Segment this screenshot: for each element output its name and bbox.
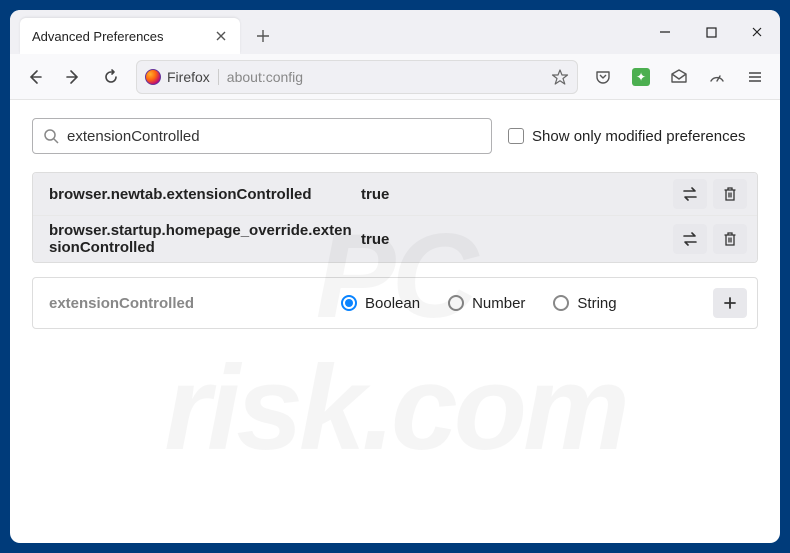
- radio-label: Boolean: [365, 295, 420, 312]
- only-modified-checkbox[interactable]: Show only modified preferences: [508, 128, 745, 145]
- only-modified-label: Show only modified preferences: [532, 128, 745, 145]
- extension-icon: ✦: [632, 68, 650, 86]
- url-text: about:config: [227, 69, 543, 85]
- browser-tab[interactable]: Advanced Preferences: [20, 18, 240, 54]
- firefox-icon: [145, 69, 161, 85]
- plus-icon: [723, 296, 737, 310]
- preference-value: true: [361, 186, 665, 203]
- bookmark-button[interactable]: [551, 68, 569, 86]
- type-radio-group: Boolean Number String: [341, 295, 705, 312]
- titlebar: Advanced Preferences: [10, 10, 780, 54]
- radio-icon: [553, 295, 569, 311]
- close-icon: [215, 30, 227, 42]
- type-number-radio[interactable]: Number: [448, 295, 525, 312]
- delete-button[interactable]: [713, 179, 747, 209]
- close-icon: [751, 26, 763, 38]
- extension-button[interactable]: ✦: [624, 60, 658, 94]
- mail-icon: [670, 68, 688, 86]
- delete-button[interactable]: [713, 224, 747, 254]
- checkbox-icon: [508, 128, 524, 144]
- gauge-icon: [708, 68, 726, 86]
- minimize-button[interactable]: [642, 10, 688, 54]
- preference-name: browser.startup.homepage_override.extens…: [43, 222, 353, 256]
- preference-row: browser.newtab.extensionControlled true: [33, 173, 757, 216]
- new-preference-name: extensionControlled: [43, 295, 333, 312]
- app-menu-button[interactable]: [738, 60, 772, 94]
- reload-button[interactable]: [94, 60, 128, 94]
- close-tab-button[interactable]: [214, 29, 228, 43]
- trash-icon: [723, 231, 737, 247]
- toggle-button[interactable]: [673, 179, 707, 209]
- tab-title: Advanced Preferences: [32, 29, 204, 44]
- add-preference-button[interactable]: [713, 288, 747, 318]
- preference-actions: [673, 224, 747, 254]
- preference-name: browser.newtab.extensionControlled: [43, 186, 353, 203]
- window-controls: [642, 10, 780, 54]
- maximize-icon: [706, 27, 717, 38]
- type-string-radio[interactable]: String: [553, 295, 616, 312]
- back-button[interactable]: [18, 60, 52, 94]
- pocket-button[interactable]: [586, 60, 620, 94]
- new-tab-button[interactable]: [248, 21, 278, 51]
- trash-icon: [723, 186, 737, 202]
- reload-icon: [102, 68, 120, 86]
- maximize-button[interactable]: [688, 10, 734, 54]
- type-boolean-radio[interactable]: Boolean: [341, 295, 420, 312]
- arrow-left-icon: [26, 68, 44, 86]
- plus-icon: [256, 29, 270, 43]
- toggle-arrows-icon: [681, 187, 699, 201]
- preference-actions: [673, 179, 747, 209]
- radio-icon: [448, 295, 464, 311]
- browser-window: Advanced Preferences: [10, 10, 780, 543]
- preference-row: browser.startup.homepage_override.extens…: [33, 216, 757, 262]
- preference-list: browser.newtab.extensionControlled true …: [32, 172, 758, 263]
- toggle-button[interactable]: [673, 224, 707, 254]
- dashboard-button[interactable]: [700, 60, 734, 94]
- forward-button[interactable]: [56, 60, 90, 94]
- tabs-area: Advanced Preferences: [10, 10, 642, 54]
- identity-label: Firefox: [167, 69, 210, 85]
- arrow-right-icon: [64, 68, 82, 86]
- about-config-content: PC risk.com Show only modified preferenc…: [10, 100, 780, 543]
- hamburger-icon: [747, 69, 763, 85]
- pocket-icon: [594, 68, 612, 86]
- watermark-line: risk.com: [10, 342, 780, 474]
- radio-label: Number: [472, 295, 525, 312]
- radio-label: String: [577, 295, 616, 312]
- search-row: Show only modified preferences: [32, 118, 758, 154]
- identity-box[interactable]: Firefox: [145, 69, 219, 85]
- minimize-icon: [659, 26, 671, 38]
- star-icon: [551, 68, 569, 86]
- address-bar[interactable]: Firefox about:config: [136, 60, 578, 94]
- search-icon: [43, 128, 59, 144]
- search-input[interactable]: [67, 128, 481, 145]
- new-preference-row: extensionControlled Boolean Number Strin…: [32, 277, 758, 329]
- close-window-button[interactable]: [734, 10, 780, 54]
- radio-icon: [341, 295, 357, 311]
- nav-toolbar: Firefox about:config ✦: [10, 54, 780, 100]
- toggle-arrows-icon: [681, 232, 699, 246]
- preference-value: true: [361, 231, 665, 248]
- mail-button[interactable]: [662, 60, 696, 94]
- search-box[interactable]: [32, 118, 492, 154]
